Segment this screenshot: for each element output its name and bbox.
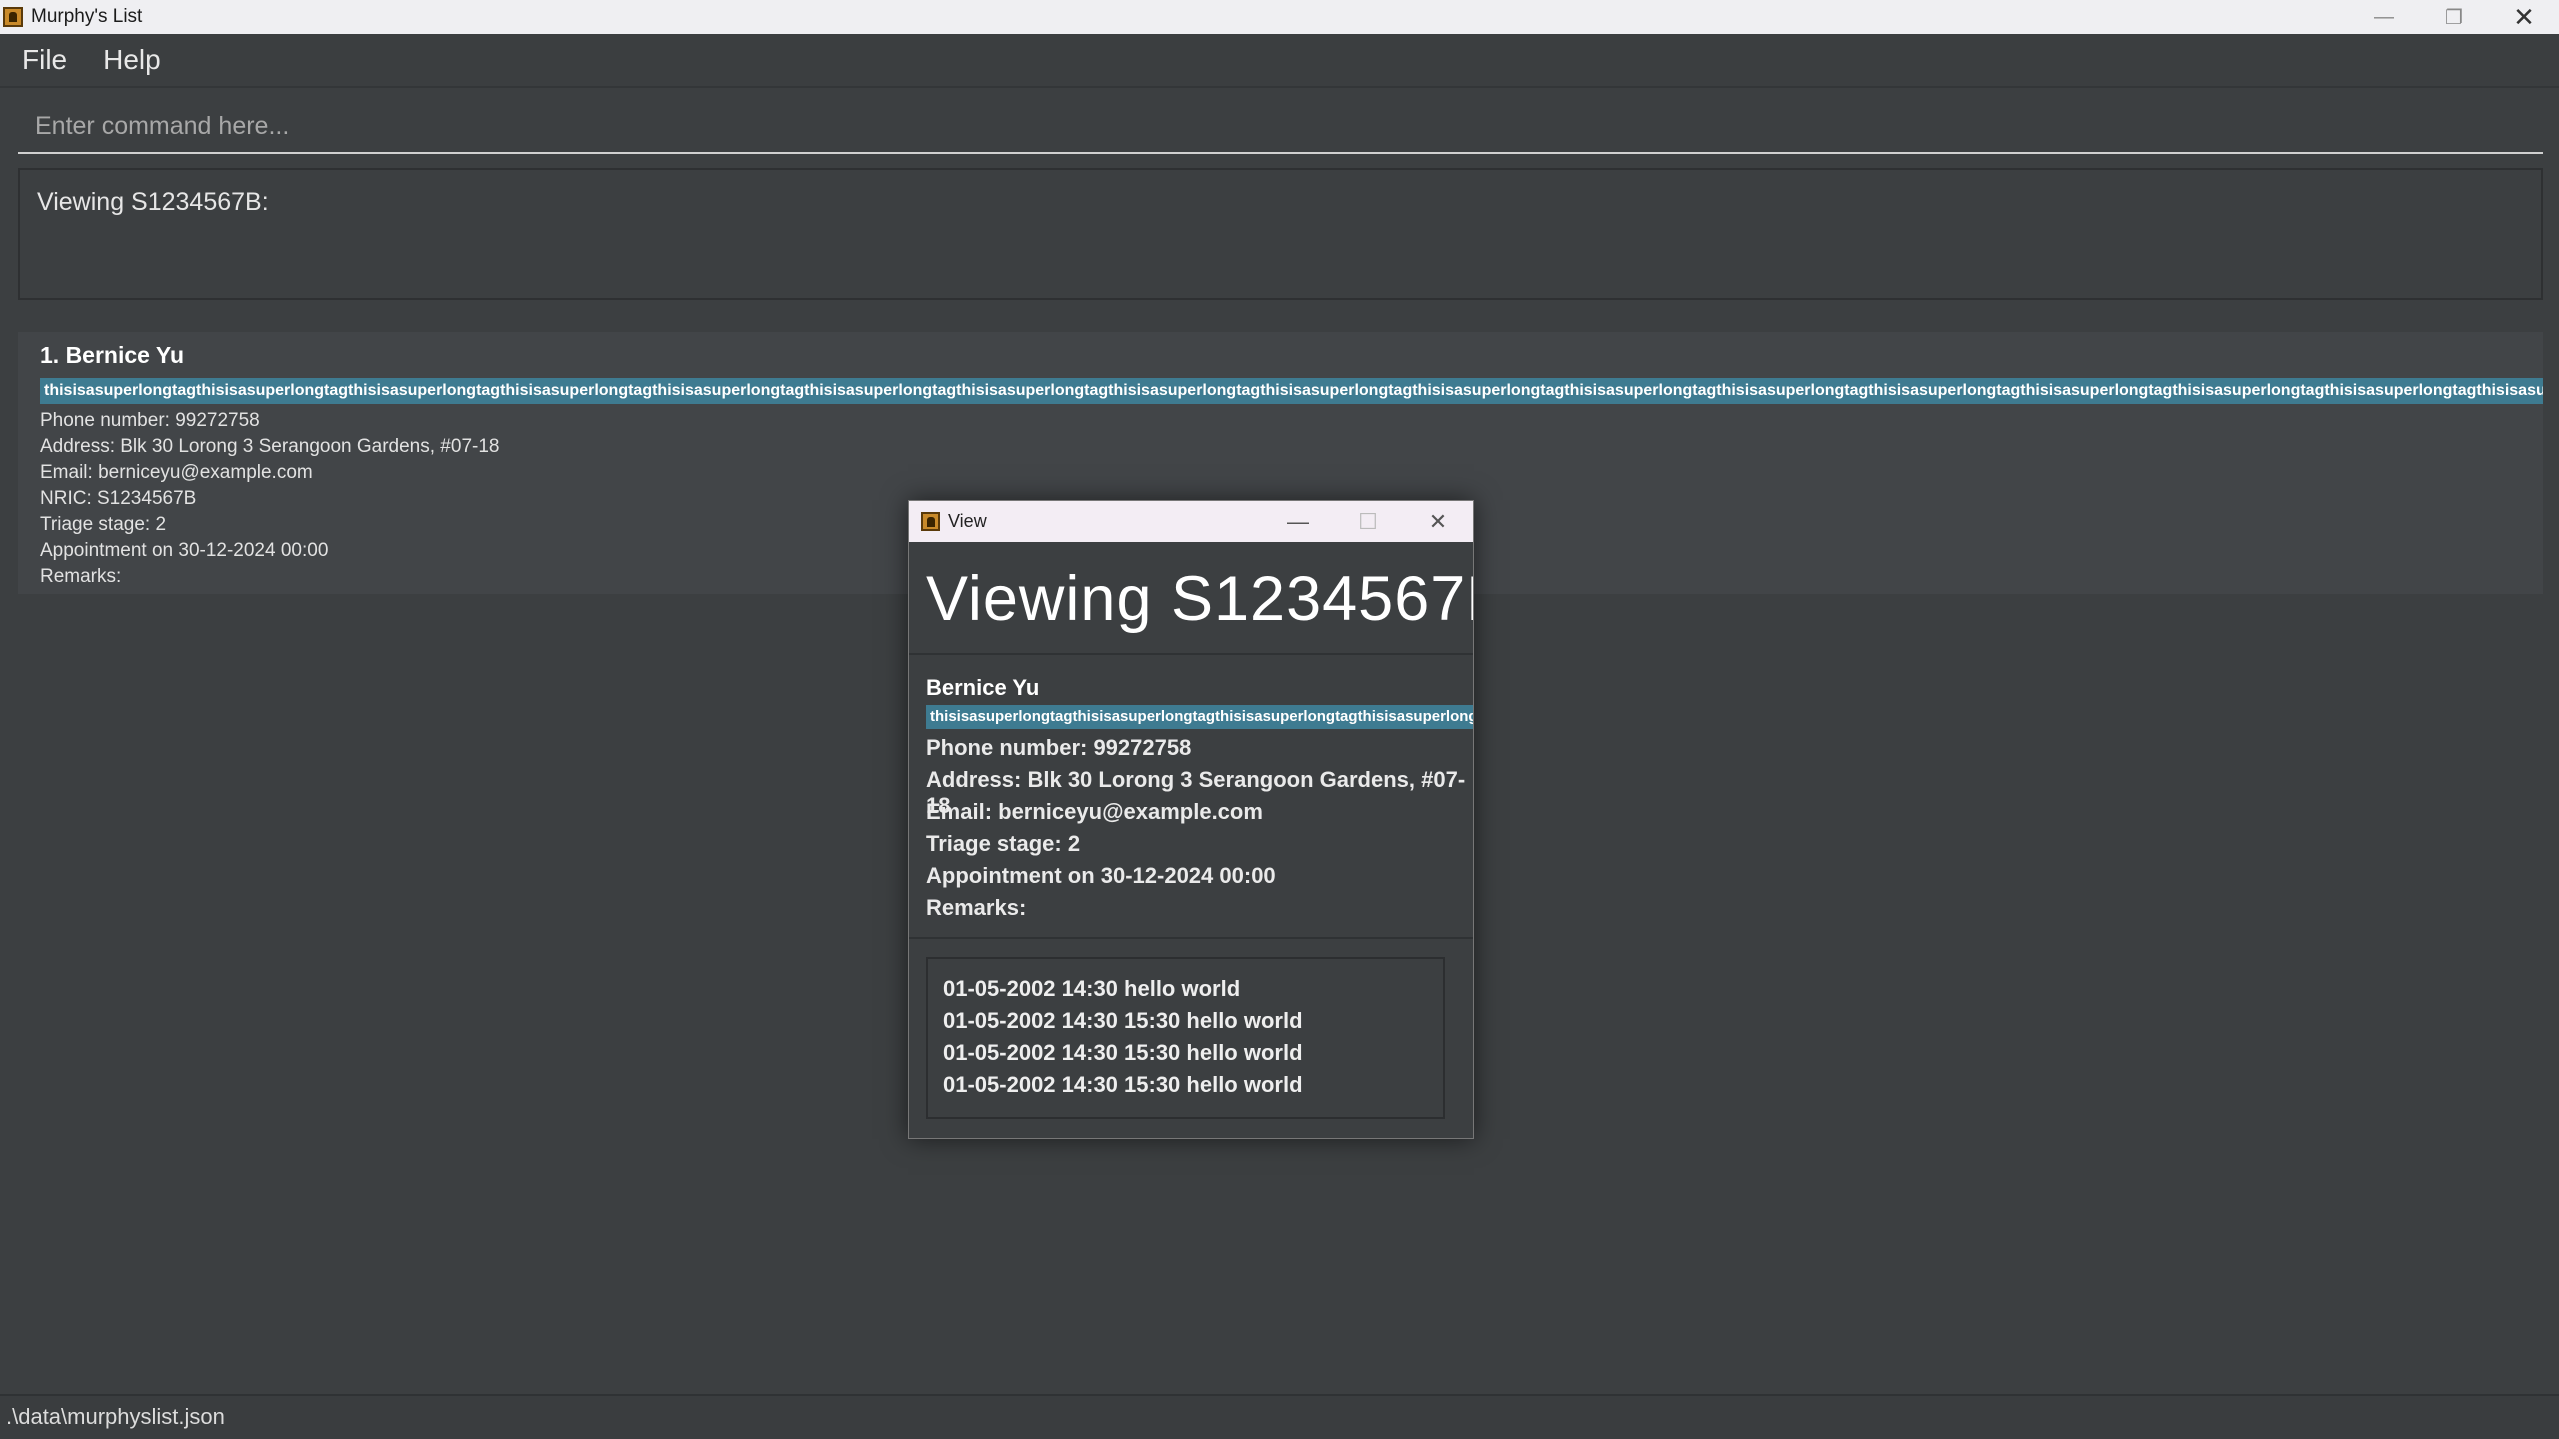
- menu-file[interactable]: File: [22, 44, 67, 76]
- app-icon: [921, 512, 940, 531]
- command-input[interactable]: [18, 100, 2543, 154]
- view-person-name: Bernice Yu: [926, 675, 1040, 700]
- result-text: Viewing S1234567B:: [37, 188, 269, 216]
- minimize-icon[interactable]: —: [2349, 0, 2419, 34]
- person-nric: NRIC: S1234567B: [40, 488, 197, 509]
- remark-item: 01-05-2002 14:30 hello world: [943, 976, 1241, 1001]
- view-person-triage: Triage stage: 2: [926, 831, 1081, 856]
- menu-help[interactable]: Help: [103, 44, 161, 76]
- person-remarks: Remarks:: [40, 566, 122, 587]
- restore-icon[interactable]: ❐: [2419, 0, 2489, 34]
- view-window-title: View: [948, 511, 987, 531]
- maximize-icon: ☐: [1358, 508, 1378, 534]
- view-person-tag: thisisasuperlongtagthisisasuperlongtagth…: [926, 705, 1473, 729]
- window-titlebar: Murphy's List — ❐ ✕: [0, 0, 2559, 34]
- remark-item: 01-05-2002 14:30 15:30 hello world: [943, 1072, 1303, 1097]
- person-phone: Phone number: 99272758: [40, 410, 260, 431]
- remark-item: 01-05-2002 14:30 15:30 hello world: [943, 1008, 1303, 1033]
- view-person-appointment: Appointment on 30-12-2024 00:00: [926, 863, 1276, 888]
- app-icon: [3, 7, 23, 27]
- person-appointment: Appointment on 30-12-2024 00:00: [40, 540, 329, 561]
- remark-item: 01-05-2002 14:30 15:30 hello world: [943, 1040, 1303, 1065]
- view-window-titlebar[interactable]: View — ☐ ✕: [909, 501, 1473, 542]
- view-window-controls: — ☐ ✕: [1263, 501, 1473, 542]
- close-icon[interactable]: ✕: [1403, 501, 1473, 542]
- remarks-list[interactable]: 01-05-2002 14:30 hello world 01-05-2002 …: [926, 957, 1445, 1119]
- view-person-email: Email: berniceyu@example.com: [926, 799, 1263, 824]
- view-remarks-label: Remarks:: [926, 895, 1027, 920]
- divider: [909, 653, 1473, 655]
- person-name: 1. Bernice Yu: [40, 342, 185, 368]
- view-window[interactable]: View — ☐ ✕ Viewing S1234567B: Bernice Yu…: [908, 500, 1474, 1139]
- save-location: .\data\murphyslist.json: [6, 1404, 225, 1429]
- person-tag: thisisasuperlongtagthisisasuperlongtagth…: [40, 378, 2543, 404]
- person-email: Email: berniceyu@example.com: [40, 462, 313, 483]
- view-heading: Viewing S1234567B:: [926, 564, 1474, 634]
- divider: [909, 937, 1473, 939]
- view-person-phone: Phone number: 99272758: [926, 735, 1192, 760]
- person-triage: Triage stage: 2: [40, 514, 167, 535]
- close-icon[interactable]: ✕: [2489, 0, 2559, 34]
- person-address: Address: Blk 30 Lorong 3 Serangoon Garde…: [40, 436, 500, 457]
- status-bar: .\data\murphyslist.json: [0, 1394, 2559, 1439]
- minimize-icon[interactable]: —: [1263, 501, 1333, 542]
- result-display[interactable]: Viewing S1234567B:: [18, 168, 2543, 300]
- window-controls: — ❐ ✕: [2349, 0, 2559, 34]
- menu-bar: File Help: [0, 34, 2559, 88]
- window-title: Murphy's List: [31, 6, 143, 27]
